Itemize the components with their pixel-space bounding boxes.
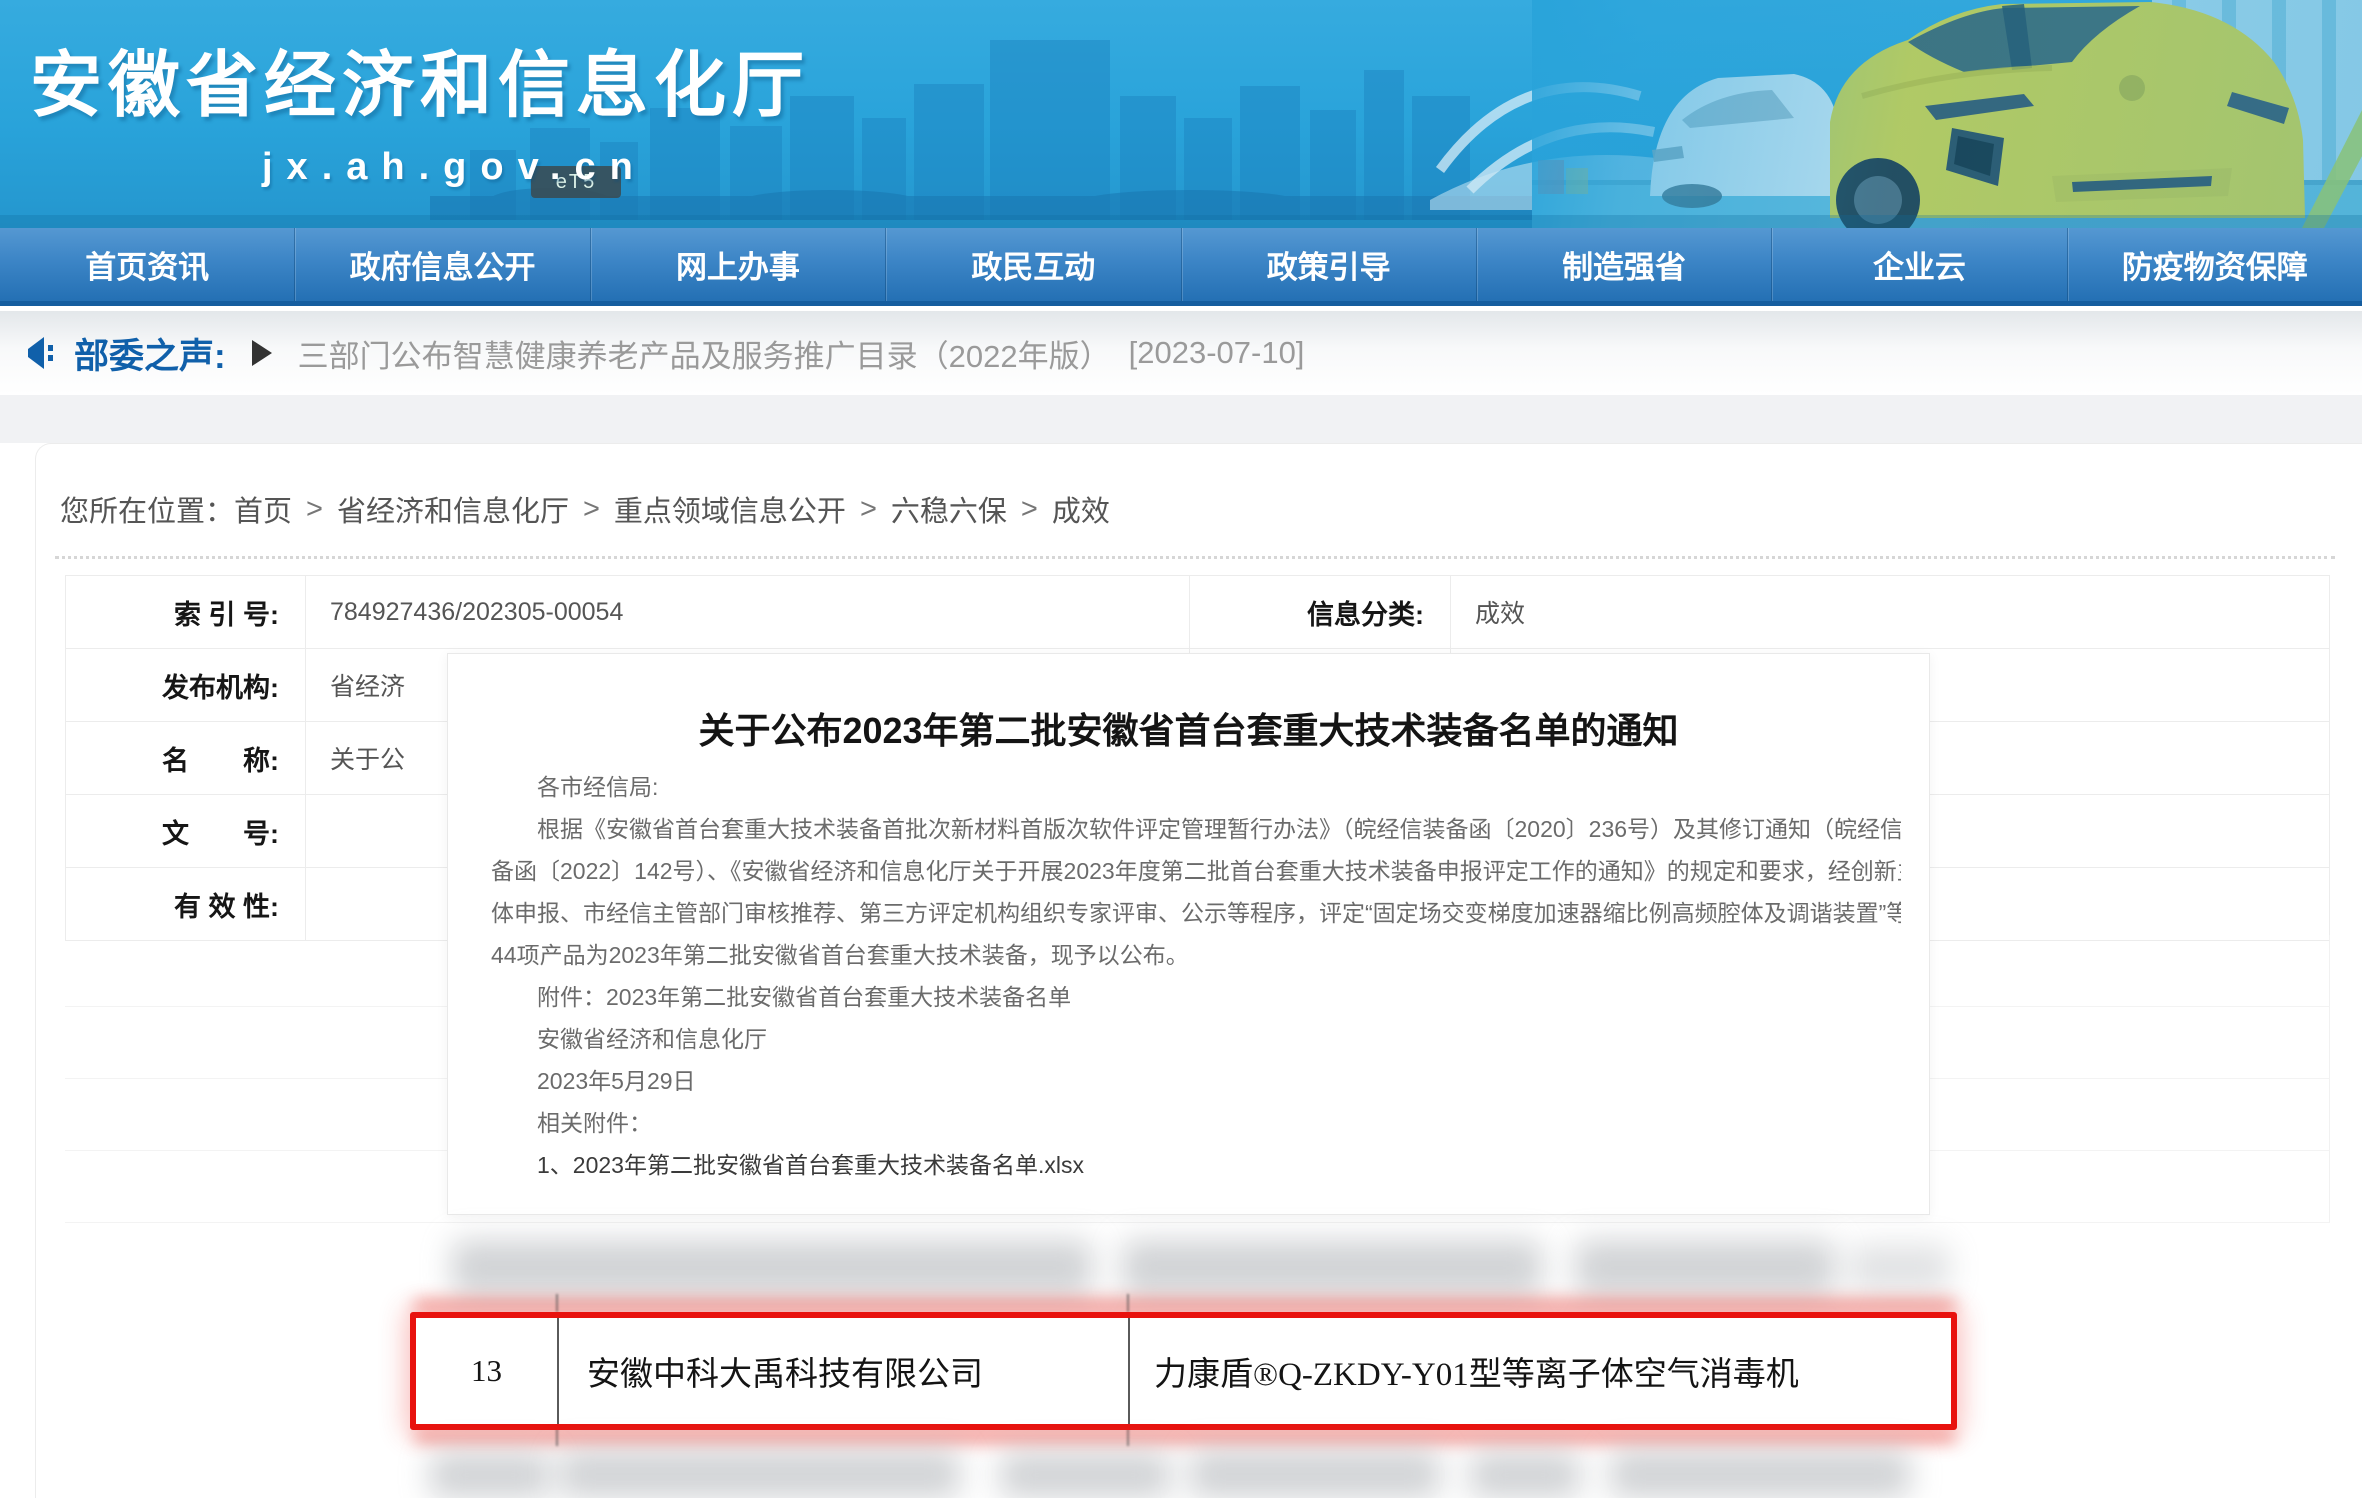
banner-bottom-strip — [0, 215, 2362, 228]
related-attachments-label: 相关附件： — [491, 1102, 1901, 1144]
notice-date: 2023年5月29日 — [491, 1060, 1901, 1102]
nav-item-gov-info[interactable]: 政府信息公开 — [294, 228, 589, 301]
breadcrumb-key-info[interactable]: 重点领域信息公开 — [614, 488, 846, 530]
blurred-text — [430, 1452, 550, 1498]
nav-item-online-service[interactable]: 网上办事 — [590, 228, 885, 301]
notice-line: 各市经信局: — [491, 766, 1901, 808]
blurred-text — [1190, 1450, 1440, 1498]
blurred-text — [560, 1450, 960, 1498]
notice-line: 体申报、市经信主管部门审核推荐、第三方评定机构组织专家评审、公示等程序，评定“固… — [491, 892, 1901, 934]
table-row: 索 引 号: 784927436/202305-00054 信息分类: 成效 — [66, 576, 2329, 649]
breadcrumb-results[interactable]: 成效 — [1052, 488, 1110, 530]
page: eT5 安徽省经济和信息化厅 jx.ah.gov.cn 首页资讯 政府信息公开 … — [0, 0, 2362, 1498]
dotted-divider — [55, 556, 2335, 559]
notice-line: 根据《安徽省首台套重大技术装备首批次新材料首版次软件评定管理暂行办法》（皖经信装… — [491, 808, 1901, 850]
breadcrumb-separator: > — [306, 493, 323, 526]
breadcrumb-home[interactable]: 首页 — [234, 488, 292, 530]
notice-issuer: 安徽省经济和信息化厅 — [491, 1018, 1901, 1060]
nav-item-home[interactable]: 首页资讯 — [0, 228, 294, 301]
blurred-text — [1470, 1452, 1580, 1498]
notice-attachment-ref: 附件：2023年第二批安徽省首台套重大技术装备名单 — [491, 976, 1901, 1018]
column-divider — [1127, 1294, 1129, 1312]
ticker-label: 部委之声: — [74, 328, 226, 379]
nav-item-interaction[interactable]: 政民互动 — [885, 228, 1180, 301]
meta-label-publisher: 发布机构: — [66, 649, 306, 721]
divider-strip — [0, 395, 2362, 443]
news-ticker: 部委之声: 三部门公布智慧健康养老产品及服务推广目录（2022年版） [2023… — [0, 311, 2362, 395]
factory-cars-photo — [1532, 0, 2362, 228]
breadcrumb-separator: > — [583, 493, 600, 526]
blurred-text — [1575, 1240, 1835, 1296]
notice-line: 44项产品为2023年第二批安徽省首台套重大技术装备，现予以公布。 — [491, 934, 1901, 976]
breadcrumb-separator: > — [1021, 493, 1038, 526]
meta-value-category: 成效 — [1451, 576, 2331, 648]
column-divider — [556, 1294, 558, 1312]
meta-label-name: 名 称: — [66, 722, 306, 794]
notice-document: 关于公布2023年第二批安徽省首台套重大技术装备名单的通知 各市经信局: 根据《… — [447, 653, 1930, 1215]
nav-item-epidemic-supplies[interactable]: 防疫物资保障 — [2067, 228, 2362, 301]
nav-item-enterprise-cloud[interactable]: 企业云 — [1771, 228, 2066, 301]
meta-label-index: 索 引 号: — [66, 576, 306, 648]
breadcrumb: 您所在位置： 首页 > 省经济和信息化厅 > 重点领域信息公开 > 六稳六保 >… — [60, 488, 1110, 530]
highlighted-table-row: 13 安徽中科大禹科技有限公司 力康盾®Q-ZKDY-Y01型等离子体空气消毒机 — [410, 1312, 1957, 1430]
site-banner: eT5 安徽省经济和信息化厅 jx.ah.gov.cn — [0, 0, 2362, 228]
main-nav: 首页资讯 政府信息公开 网上办事 政民互动 政策引导 制造强省 企业云 防疫物资… — [0, 228, 2362, 306]
blurred-text — [1610, 1450, 1910, 1498]
blurred-text — [1000, 1452, 1170, 1498]
breadcrumb-dept[interactable]: 省经济和信息化厅 — [337, 488, 569, 530]
notice-body: 各市经信局: 根据《安徽省首台套重大技术装备首批次新材料首版次软件评定管理暂行办… — [491, 766, 1901, 1186]
row-product: 力康盾®Q-ZKDY-Y01型等离子体空气消毒机 — [1128, 1318, 1951, 1424]
meta-value-index: 784927436/202305-00054 — [306, 576, 1190, 648]
notice-line: 备函〔2022〕142号）、《安徽省经济和信息化厅关于开展2023年度第二批首台… — [491, 850, 1901, 892]
notice-title: 关于公布2023年第二批安徽省首台套重大技术装备名单的通知 — [448, 702, 1929, 754]
speaker-icon — [20, 333, 60, 373]
site-title: 安徽省经济和信息化厅 — [30, 26, 810, 131]
blurred-text — [1122, 1240, 1542, 1296]
column-divider — [1127, 1428, 1129, 1446]
ticker-headline[interactable]: 三部门公布智慧健康养老产品及服务推广目录（2022年版） — [298, 331, 1111, 376]
blurred-text — [452, 1240, 1092, 1296]
row-index: 13 — [416, 1318, 557, 1424]
red-blur — [415, 1432, 1955, 1442]
arrow-right-icon — [252, 340, 272, 366]
ticker-date: [2023-07-10] — [1129, 335, 1305, 371]
red-blur — [415, 1300, 1955, 1310]
column-divider — [556, 1428, 558, 1446]
nav-item-manufacturing[interactable]: 制造强省 — [1476, 228, 1771, 301]
breadcrumb-six-stability[interactable]: 六稳六保 — [891, 488, 1007, 530]
meta-label-doc-number: 文 号: — [66, 795, 306, 867]
site-url: jx.ah.gov.cn — [262, 146, 647, 189]
meta-label-category: 信息分类: — [1190, 576, 1451, 648]
blurred-text — [1850, 1244, 1950, 1292]
row-company: 安徽中科大禹科技有限公司 — [557, 1318, 1128, 1424]
attachment-xlsx-link[interactable]: 1、2023年第二批安徽省首台套重大技术装备名单.xlsx — [491, 1144, 1901, 1186]
nav-item-policy[interactable]: 政策引导 — [1181, 228, 1476, 301]
meta-label-validity: 有 效 性: — [66, 868, 306, 940]
breadcrumb-separator: > — [860, 493, 877, 526]
breadcrumb-prefix: 您所在位置： — [60, 488, 234, 530]
